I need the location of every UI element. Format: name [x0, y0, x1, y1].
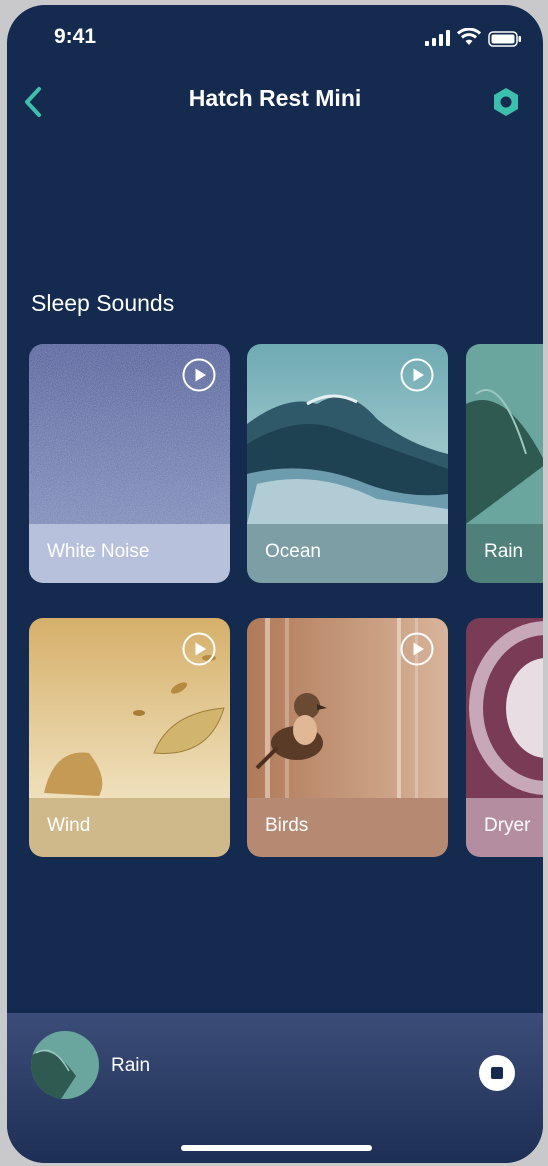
- home-indicator[interactable]: [181, 1145, 372, 1151]
- play-icon[interactable]: [182, 358, 216, 392]
- sound-label: Dryer: [484, 815, 531, 836]
- cellular-signal-icon: [425, 30, 450, 46]
- sound-card-birds[interactable]: Birds: [247, 618, 448, 857]
- sound-card-rain[interactable]: Rain: [466, 344, 543, 583]
- sound-card-wind[interactable]: Wind: [29, 618, 230, 857]
- now-playing-bar[interactable]: Rain: [7, 1013, 543, 1163]
- wifi-icon: [457, 28, 481, 45]
- now-playing-title: Rain: [111, 1055, 151, 1076]
- phone-screen: 9:41 Hatch Rest Mini Sleep Sounds White …: [7, 5, 543, 1163]
- sound-label: Birds: [265, 815, 309, 836]
- section-title: Sleep Sounds: [31, 290, 175, 316]
- sound-card-ocean[interactable]: Ocean: [247, 344, 448, 583]
- sound-label: Ocean: [265, 541, 321, 562]
- settings-button[interactable]: [489, 85, 523, 119]
- hexagon-settings-icon: [494, 88, 518, 116]
- play-icon[interactable]: [400, 358, 434, 392]
- sound-card-white-noise[interactable]: White Noise: [29, 344, 230, 583]
- now-playing-thumbnail: [31, 1031, 99, 1099]
- stop-icon: [491, 1067, 503, 1079]
- play-icon[interactable]: [182, 632, 216, 666]
- status-bar: 9:41: [7, 5, 543, 75]
- stop-button[interactable]: [479, 1055, 515, 1091]
- page-title: Hatch Rest Mini: [188, 85, 362, 111]
- dryer-swirl-image: [466, 618, 543, 798]
- sound-label: White Noise: [47, 541, 150, 562]
- battery-icon: [488, 31, 521, 47]
- sound-label: Rain: [484, 541, 524, 562]
- sound-label: Wind: [47, 815, 91, 836]
- rain-umbrella-image: [466, 344, 543, 524]
- sound-card-dryer[interactable]: Dryer: [466, 618, 543, 857]
- status-time: 9:41: [54, 25, 97, 48]
- play-icon[interactable]: [400, 632, 434, 666]
